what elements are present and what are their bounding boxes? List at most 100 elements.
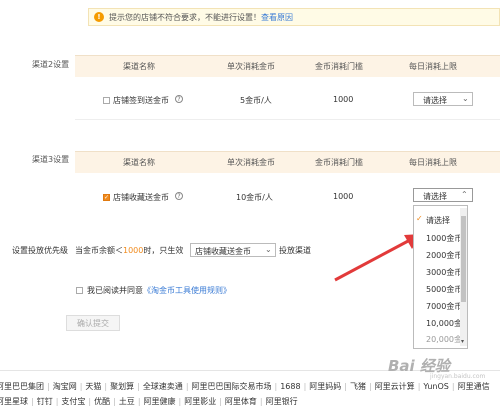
warning-message: 提示您的店铺不符合要求，不能进行设置！ bbox=[109, 13, 261, 22]
footer-separator: | bbox=[219, 397, 222, 406]
agreement-label: 我已阅读并同意 bbox=[87, 286, 143, 295]
channel2-daily-limit-select[interactable]: 请选择 ⌄ bbox=[413, 92, 473, 106]
footer-link[interactable]: 优酷 bbox=[94, 397, 110, 406]
warning-banner: ! 提示您的店铺不符合要求，不能进行设置！查看原因 bbox=[88, 8, 500, 26]
channel3-label: 渠道3设置 bbox=[32, 155, 70, 164]
footer-separator: | bbox=[259, 397, 263, 406]
footer-link[interactable]: 土豆 bbox=[119, 397, 135, 406]
dropdown-option[interactable]: 3000金币 bbox=[426, 267, 462, 278]
footer-separator: | bbox=[113, 397, 116, 406]
priority-select-value: 店铺收藏送金币 bbox=[195, 247, 251, 256]
channel2-single-cost: 5金币/人 bbox=[240, 96, 272, 105]
footer-separator: | bbox=[104, 382, 108, 391]
dropdown-option[interactable]: 10,000金 bbox=[426, 318, 462, 329]
footer-separator: | bbox=[55, 397, 59, 406]
channel3-threshold: 1000 bbox=[333, 192, 354, 201]
help-icon[interactable]: ? bbox=[175, 95, 183, 103]
footer-link[interactable]: 全球速卖通 bbox=[143, 382, 183, 391]
scrollbar-thumb[interactable] bbox=[461, 216, 466, 302]
footer-link[interactable]: 钉钉 bbox=[37, 397, 53, 406]
col-daily-limit: 每日消耗上限 bbox=[409, 62, 457, 71]
chevron-down-icon: ⌄ bbox=[462, 94, 469, 103]
footer-link[interactable]: 阿里巴巴国际交易市场 bbox=[192, 382, 272, 391]
footer-separator: | bbox=[178, 397, 182, 406]
col-single-cost: 单次消耗金币 bbox=[227, 158, 275, 167]
footer-separator: | bbox=[137, 397, 141, 406]
channel2-name: 店铺签到送金币 bbox=[113, 96, 169, 105]
channel3-name: 店铺收藏送金币 bbox=[113, 193, 169, 202]
footer-link[interactable]: 淘宝网 bbox=[53, 382, 77, 391]
dropdown-option[interactable]: 2000金币 bbox=[426, 250, 462, 261]
channel3-select-value: 请选择 bbox=[423, 192, 447, 201]
footer-separator: | bbox=[137, 382, 140, 391]
col-channel-name: 渠道名称 bbox=[123, 158, 155, 167]
dropdown-option[interactable]: 请选择 bbox=[426, 215, 450, 226]
priority-label: 设置投放优先级 bbox=[12, 246, 68, 255]
channel2-checkbox[interactable] bbox=[103, 97, 110, 104]
dropdown-option[interactable]: 1000金币 bbox=[426, 233, 462, 244]
warning-icon: ! bbox=[94, 12, 104, 22]
dropdown-option[interactable]: 5000金币 bbox=[426, 284, 462, 295]
arrow-shaft bbox=[334, 238, 411, 282]
footer-link[interactable]: 阿里通信 bbox=[458, 382, 490, 391]
footer-separator: | bbox=[79, 382, 83, 391]
agreement-checkbox[interactable] bbox=[76, 287, 83, 294]
footer-separator: | bbox=[88, 397, 92, 406]
footer-separator: | bbox=[31, 397, 34, 406]
channel2-table-header: 渠道名称 单次消耗金币 金币消耗门槛 每日消耗上限 bbox=[75, 55, 500, 77]
channel2-label: 渠道2设置 bbox=[32, 60, 70, 69]
footer-link[interactable]: 阿里银行 bbox=[266, 397, 298, 406]
priority-text-middle: 时，只生效 bbox=[143, 246, 184, 255]
channel3-checkbox[interactable] bbox=[103, 194, 110, 201]
footer-link[interactable]: 飞猪 bbox=[350, 382, 366, 391]
footer-link[interactable]: 1688 bbox=[280, 382, 300, 391]
warning-text: 提示您的店铺不符合要求，不能进行设置！查看原因 bbox=[109, 12, 293, 23]
footer-link[interactable]: 支付宝 bbox=[61, 397, 85, 406]
channel2-row: 店铺签到送金币 ? 5金币/人 1000 请选择 ⌄ bbox=[75, 80, 500, 120]
rules-link[interactable]: 《淘金币工具使用规则》 bbox=[143, 286, 231, 295]
footer-link[interactable]: 阿里影业 bbox=[184, 397, 216, 406]
footer-link[interactable]: 阿里体育 bbox=[225, 397, 257, 406]
footer-link[interactable]: 阿里云计算 bbox=[375, 382, 415, 391]
footer-link[interactable]: 阿里妈妈 bbox=[309, 382, 341, 391]
chevron-down-icon: ⌄ bbox=[265, 245, 272, 254]
chevron-up-icon: ⌃ bbox=[461, 190, 468, 199]
scroll-down-icon[interactable]: ▾ bbox=[461, 338, 464, 345]
footer-link[interactable]: 阿里巴巴集团 bbox=[0, 382, 44, 391]
footer-separator: | bbox=[185, 382, 189, 391]
channel3-daily-limit-select[interactable]: 请选择 ⌃ bbox=[413, 188, 473, 202]
footer-links-row2: 阿里星球|钉钉|支付宝|优酷|土豆|阿里健康|阿里影业|阿里体育|阿里银行 bbox=[0, 396, 298, 407]
col-daily-limit: 每日消耗上限 bbox=[409, 158, 457, 167]
channel2-threshold: 1000 bbox=[333, 95, 354, 104]
submit-button[interactable]: 确认提交 bbox=[66, 315, 120, 331]
footer-link[interactable]: 阿里健康 bbox=[144, 397, 176, 406]
col-channel-name: 渠道名称 bbox=[123, 62, 155, 71]
priority-text-after: 投放渠道 bbox=[279, 246, 311, 255]
footer-separator: | bbox=[368, 382, 372, 391]
daily-limit-dropdown[interactable]: ✓ 请选择 1000金币 2000金币 3000金币 5000金币 7000金币… bbox=[413, 205, 468, 349]
dropdown-option[interactable]: 20,000金 bbox=[426, 334, 462, 345]
footer-link[interactable]: YunOS bbox=[423, 382, 448, 391]
channel3-table-header: 渠道名称 单次消耗金币 金币消耗门槛 每日消耗上限 bbox=[75, 151, 500, 173]
priority-text-before: 当金币余额＜ bbox=[75, 246, 123, 255]
channel3-single-cost: 10金币/人 bbox=[236, 193, 273, 202]
baidu-watermark-url: jingyan.baidu.com bbox=[430, 373, 486, 380]
col-cost-threshold: 金币消耗门槛 bbox=[315, 62, 363, 71]
footer-separator: | bbox=[417, 382, 421, 391]
priority-amount: 1000 bbox=[123, 246, 144, 255]
view-reason-link[interactable]: 查看原因 bbox=[261, 13, 293, 22]
help-icon[interactable]: ? bbox=[175, 192, 183, 200]
footer-separator: | bbox=[47, 382, 50, 391]
dropdown-scrollbar[interactable] bbox=[460, 208, 467, 346]
col-cost-threshold: 金币消耗门槛 bbox=[315, 158, 363, 167]
agreement-text: 我已阅读并同意《淘金币工具使用规则》 bbox=[87, 285, 231, 296]
channel2-select-value: 请选择 bbox=[423, 96, 447, 105]
priority-rule: 当金币余额＜1000时，只生效 bbox=[75, 245, 183, 256]
footer-link[interactable]: 聚划算 bbox=[110, 382, 134, 391]
priority-channel-select[interactable]: 店铺收藏送金币 ⌄ bbox=[190, 243, 276, 257]
footer-link[interactable]: 天猫 bbox=[85, 382, 101, 391]
dropdown-option[interactable]: 7000金币 bbox=[426, 301, 462, 312]
footer-separator: | bbox=[303, 382, 307, 391]
footer-links-row1: 阿里巴巴集团 | 淘宝网 | 天猫 | 聚划算 | 全球速卖通 | 阿里巴巴国际交易市场 | 1688 |… bbox=[0, 381, 490, 392]
footer-link[interactable]: 阿里星球 bbox=[0, 397, 28, 406]
